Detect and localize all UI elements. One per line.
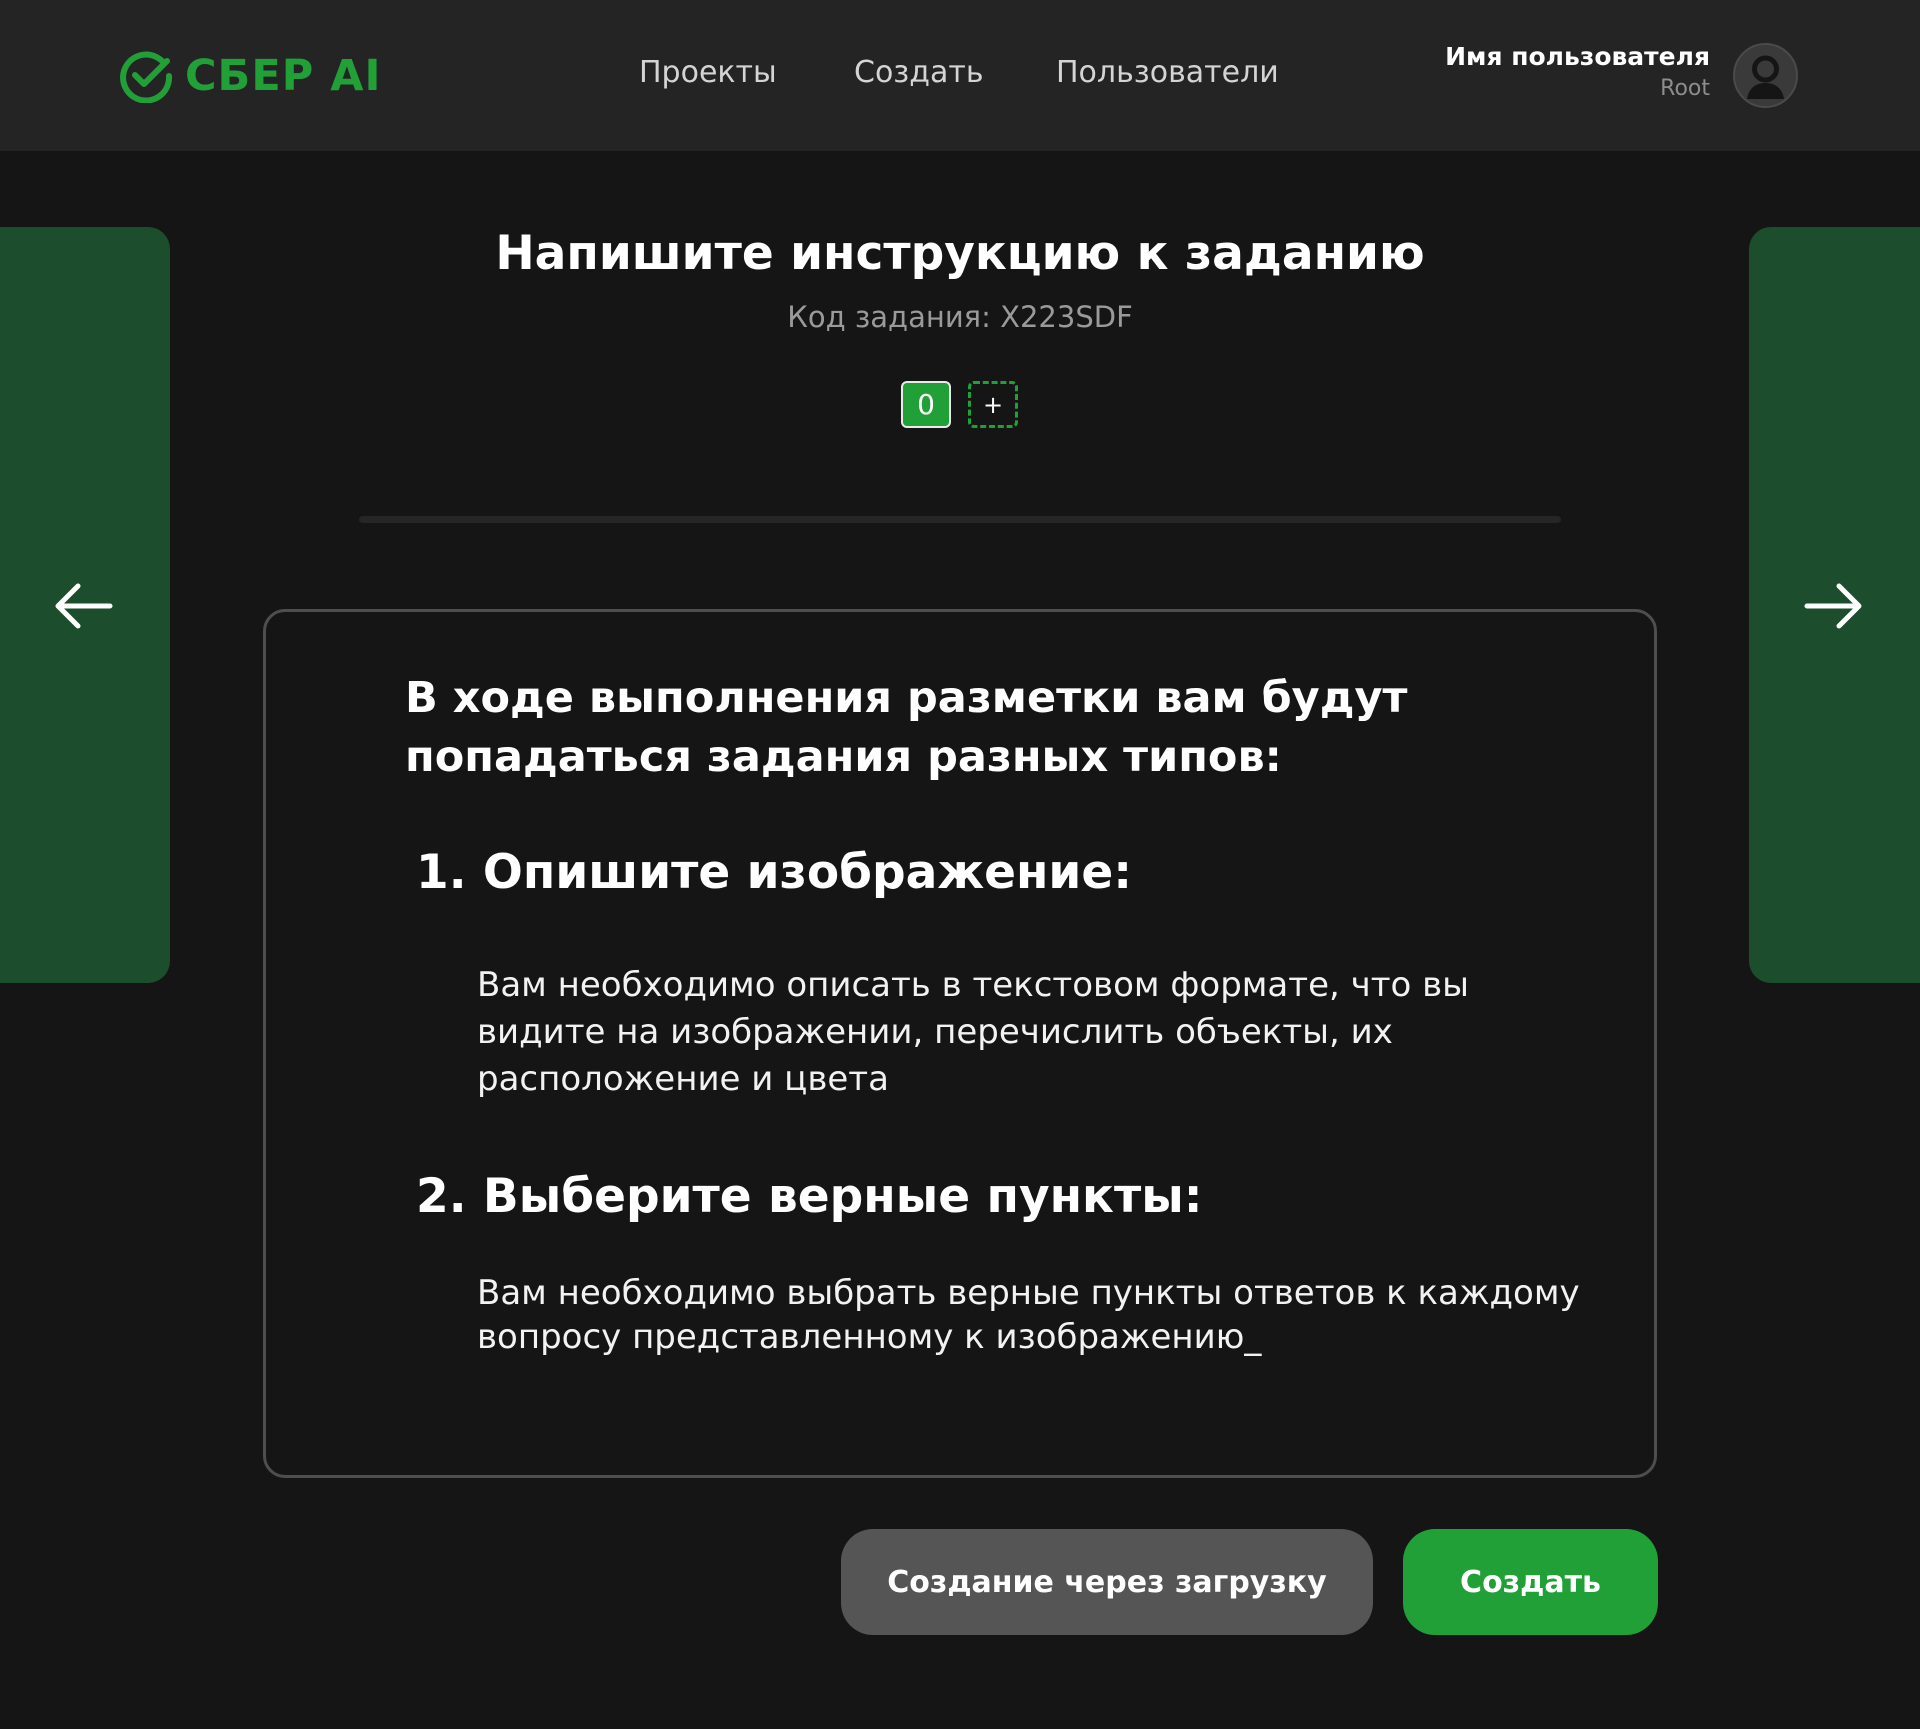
sber-check-icon: [120, 51, 173, 103]
instruction-intro: В ходе выполнения разметки вам будут поп…: [405, 673, 1408, 782]
app-header: СБЕР AI Проекты Создать Пользователи Имя…: [0, 0, 1920, 151]
instruction-item-heading: 1. Опишите изображение:: [416, 845, 1133, 900]
brand-name: СБЕР AI: [185, 51, 382, 101]
add-page-button[interactable]: +: [968, 381, 1018, 428]
page-title: Напишите инструкцию к заданию: [495, 226, 1425, 281]
arrow-right-icon: [1804, 583, 1862, 629]
user-avatar-icon[interactable]: [1733, 43, 1798, 108]
instruction-item-heading: 2. Выберите верные пункты:: [416, 1169, 1203, 1224]
nav-item-projects[interactable]: Проекты: [639, 55, 777, 90]
nav-item-users[interactable]: Пользователи: [1056, 55, 1279, 90]
instruction-item-text: Вам необходимо описать в текстовом форма…: [477, 965, 1469, 1099]
nav-item-create[interactable]: Создать: [854, 55, 984, 90]
next-page-panel[interactable]: [1749, 227, 1920, 983]
create-button[interactable]: Создать: [1403, 1529, 1658, 1635]
page-tab-0[interactable]: 0: [901, 381, 951, 428]
user-role: Root: [1660, 76, 1710, 101]
person-icon: [1747, 55, 1784, 99]
instruction-item-text: Вам необходимо выбрать верные пункты отв…: [477, 1273, 1580, 1357]
arrow-left-icon: [55, 583, 113, 629]
prev-page-panel[interactable]: [0, 227, 170, 983]
user-name: Имя пользователя: [1445, 42, 1710, 71]
brand-logo[interactable]: СБЕР AI: [119, 48, 381, 104]
divider: [359, 516, 1561, 523]
task-code: Код задания: X223SDF: [787, 300, 1133, 334]
upload-create-button[interactable]: Создание через загрузку: [841, 1529, 1373, 1635]
